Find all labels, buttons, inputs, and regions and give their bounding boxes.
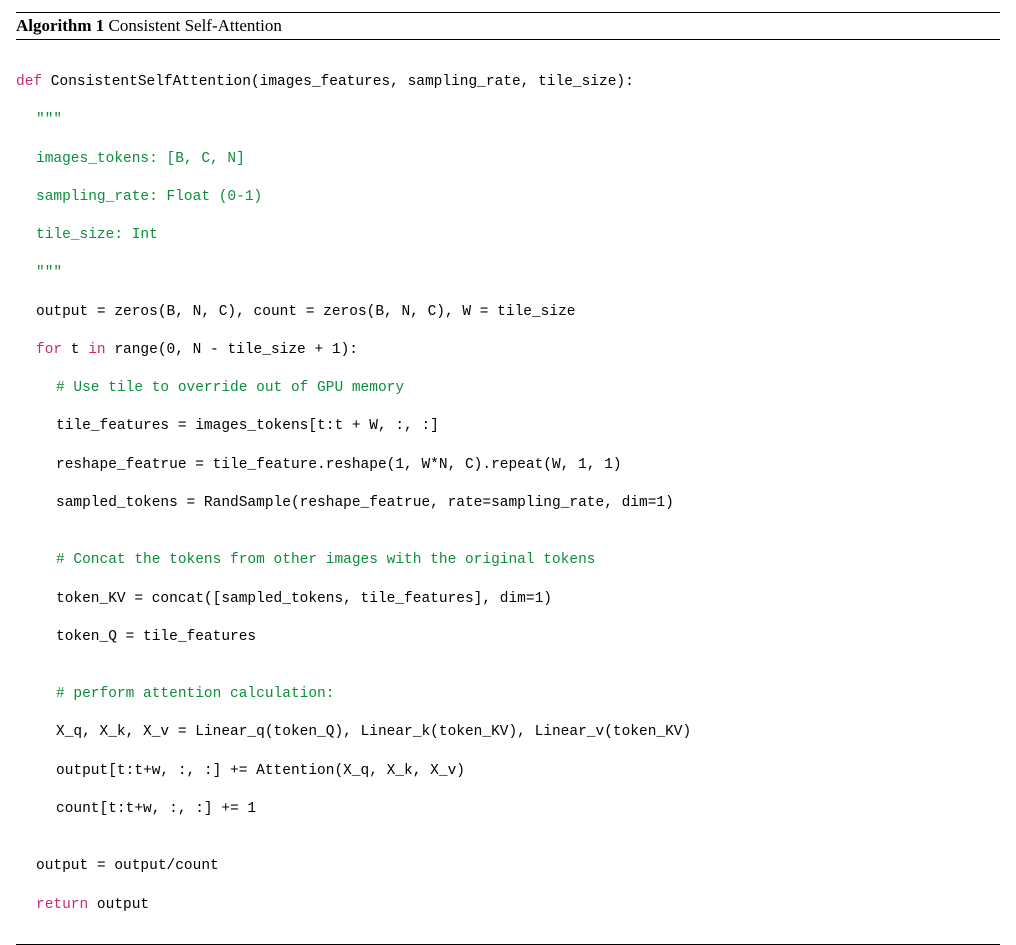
code-line: output[t:t+w, :, :] += Attention(X_q, X_…	[16, 762, 1000, 781]
code-fn-sig: ConsistentSelfAttention(images_features,…	[42, 74, 634, 90]
code-line: output = zeros(B, N, C), count = zeros(B…	[16, 303, 1000, 322]
code-line: token_KV = concat([sampled_tokens, tile_…	[16, 590, 1000, 609]
code-line-def: def ConsistentSelfAttention(images_featu…	[16, 73, 1000, 92]
keyword-def: def	[16, 74, 42, 90]
algorithm-number: Algorithm 1	[16, 16, 104, 35]
keyword-return: return	[36, 897, 88, 913]
keyword-in: in	[88, 342, 105, 358]
code-line: count[t:t+w, :, :] += 1	[16, 800, 1000, 819]
code-line: reshape_featrue = tile_feature.reshape(1…	[16, 456, 1000, 475]
docstring-close: """	[16, 264, 1000, 283]
docstring-line: tile_size: Int	[16, 226, 1000, 245]
code-line-return: return output	[16, 896, 1000, 915]
comment-line: # perform attention calculation:	[16, 685, 1000, 704]
code-line: output = output/count	[16, 857, 1000, 876]
docstring-open: """	[16, 111, 1000, 130]
docstring-line: sampling_rate: Float (0-1)	[16, 188, 1000, 207]
code-line-for: for t in range(0, N - tile_size + 1):	[16, 341, 1000, 360]
algorithm-title: Consistent Self-Attention	[109, 16, 282, 35]
code-line: tile_features = images_tokens[t:t + W, :…	[16, 417, 1000, 436]
code-text: t	[62, 342, 88, 358]
comment-line: # Use tile to override out of GPU memory	[16, 379, 1000, 398]
algorithm-header: Algorithm 1 Consistent Self-Attention	[16, 12, 1000, 40]
code-line: X_q, X_k, X_v = Linear_q(token_Q), Linea…	[16, 723, 1000, 742]
code-line: sampled_tokens = RandSample(reshape_feat…	[16, 494, 1000, 513]
code-text: output	[88, 897, 149, 913]
algorithm-body: def ConsistentSelfAttention(images_featu…	[16, 40, 1000, 945]
comment-line: # Concat the tokens from other images wi…	[16, 551, 1000, 570]
code-text: range(0, N - tile_size + 1):	[106, 342, 358, 358]
docstring-line: images_tokens: [B, C, N]	[16, 150, 1000, 169]
keyword-for: for	[36, 342, 62, 358]
code-line: token_Q = tile_features	[16, 628, 1000, 647]
